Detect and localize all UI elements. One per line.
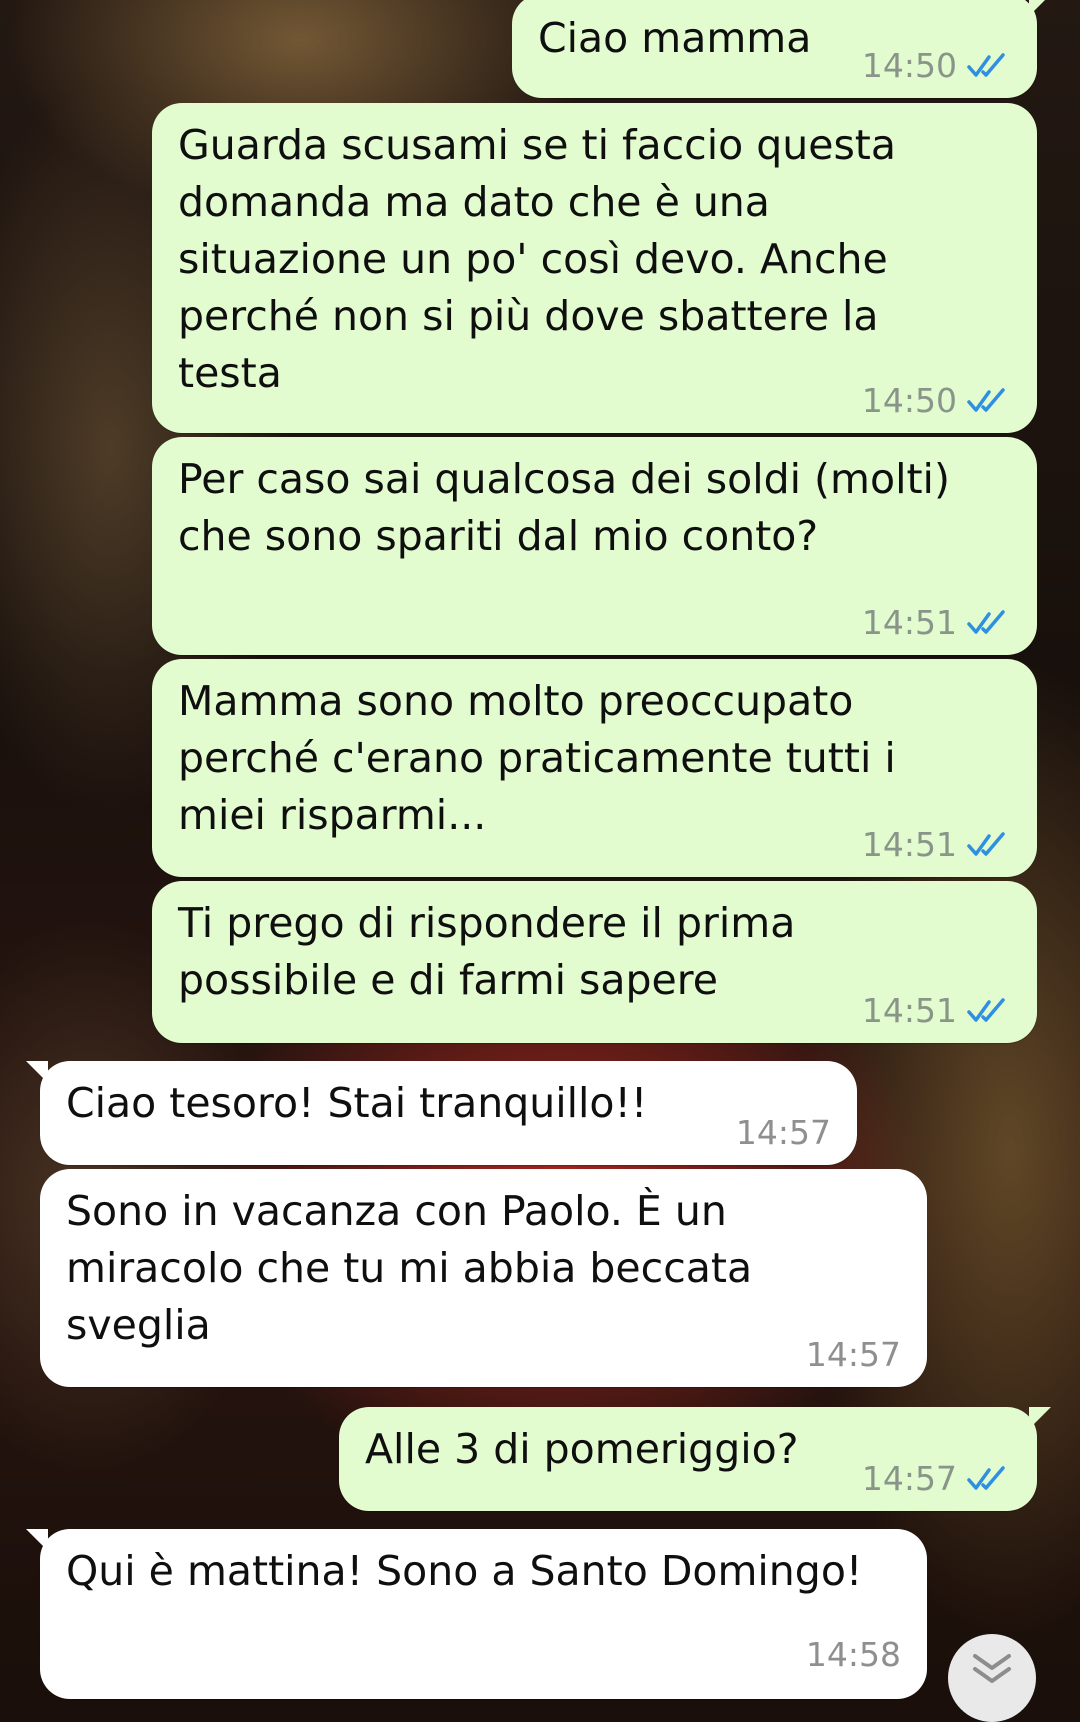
message-meta: 14:57: [806, 1335, 901, 1375]
double-check-icon: [967, 832, 1005, 856]
message-text: Qui è mattina! Sono a Santo Domingo!: [66, 1547, 863, 1595]
message-bubble-outgoing[interactable]: Per caso sai qualcosa dei soldi (molti) …: [152, 437, 1037, 655]
message-time: 14:51: [861, 603, 957, 642]
message-text: Sono in vacanza con Paolo. È un miracolo…: [66, 1187, 753, 1349]
message-bubble-outgoing[interactable]: Alle 3 di pomeriggio? 14:57: [339, 1407, 1051, 1511]
message-bubble-incoming[interactable]: Qui è mattina! Sono a Santo Domingo! 14:…: [26, 1529, 927, 1699]
message-meta: 14:57: [862, 1459, 1011, 1499]
message-bubble-incoming[interactable]: Ciao tesoro! Stai tranquillo!! 14:57: [26, 1061, 857, 1165]
double-check-icon: [967, 388, 1005, 412]
message-meta: 14:51: [862, 991, 1011, 1031]
message-bubble-outgoing[interactable]: Ciao mamma 14:50: [512, 0, 1051, 98]
message-text: Guarda scusami se ti faccio questa doman…: [178, 121, 897, 397]
message-time: 14:58: [805, 1635, 901, 1674]
chat-message-list[interactable]: Ciao mamma 14:50 Guarda scusami se ti fa…: [0, 0, 1080, 1699]
chevron-double-down-icon: [973, 1654, 1011, 1683]
message-meta: 14:50: [862, 381, 1011, 421]
message-time: 14:57: [861, 1459, 957, 1498]
message-meta: 14:51: [862, 825, 1011, 865]
message-time: 14:50: [861, 46, 957, 85]
scroll-to-bottom-button[interactable]: [948, 1634, 1036, 1722]
message-meta: 14:51: [862, 603, 1011, 643]
double-check-icon: [967, 53, 1005, 77]
message-meta: 14:58: [806, 1635, 901, 1675]
message-time: 14:57: [805, 1335, 901, 1374]
double-check-icon: [967, 610, 1005, 634]
message-text: Mamma sono molto preoccupato perché c'er…: [178, 677, 896, 839]
message-bubble-outgoing[interactable]: Mamma sono molto preoccupato perché c'er…: [152, 659, 1037, 877]
message-text: Ciao tesoro! Stai tranquillo!!: [66, 1079, 648, 1127]
message-meta: 14:57: [736, 1113, 831, 1153]
message-bubble-outgoing[interactable]: Ti prego di rispondere il prima possibil…: [152, 881, 1037, 1043]
message-time: 14:50: [861, 381, 957, 420]
double-check-icon: [967, 1466, 1005, 1490]
double-check-icon: [967, 998, 1005, 1022]
message-time: 14:51: [861, 991, 957, 1030]
message-time: 14:57: [735, 1113, 831, 1152]
message-bubble-incoming[interactable]: Sono in vacanza con Paolo. È un miracolo…: [40, 1169, 927, 1387]
message-time: 14:51: [861, 825, 957, 864]
message-text: Per caso sai qualcosa dei soldi (molti) …: [178, 455, 950, 560]
message-meta: 14:50: [862, 46, 1011, 86]
message-bubble-outgoing[interactable]: Guarda scusami se ti faccio questa doman…: [152, 103, 1037, 433]
